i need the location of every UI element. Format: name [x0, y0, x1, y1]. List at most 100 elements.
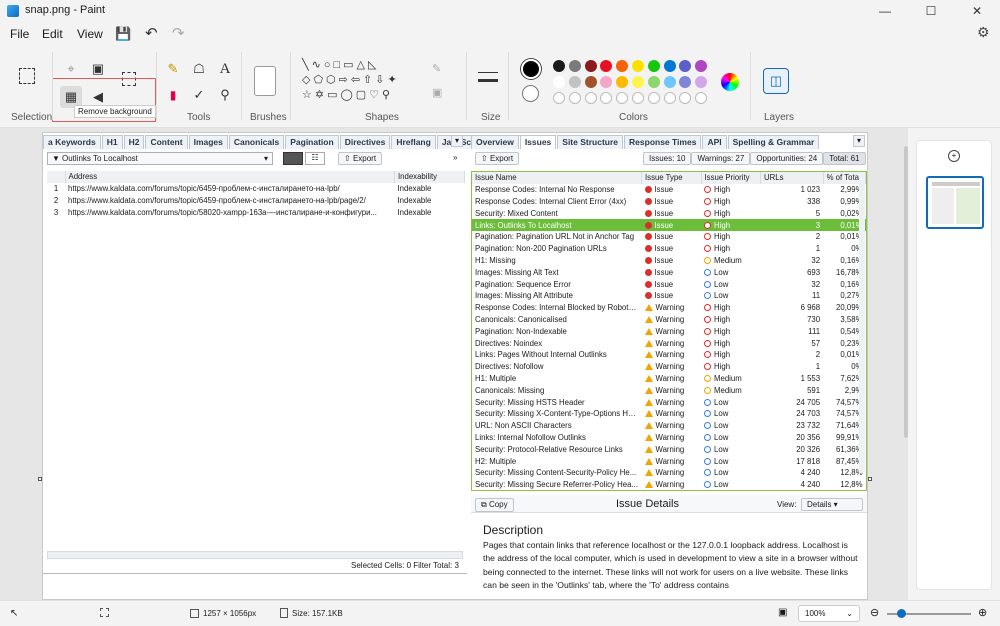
custom-color-slot[interactable] — [616, 92, 629, 104]
color-swatch[interactable] — [616, 76, 629, 88]
column-header[interactable]: Indexability — [394, 171, 465, 183]
text-tool-icon[interactable]: A — [214, 58, 236, 80]
outline-icon[interactable]: ✎ — [432, 62, 441, 75]
color-swatch[interactable] — [600, 76, 613, 88]
total-count[interactable]: Total: 61 — [823, 152, 866, 165]
left-tab[interactable]: H2 — [123, 135, 145, 149]
maximize-button[interactable]: ☐ — [908, 0, 954, 22]
left-tab[interactable]: Content — [145, 135, 188, 149]
redo-icon[interactable]: ↷ — [172, 24, 185, 42]
left-tab[interactable]: a Keywords — [43, 135, 101, 149]
custom-color-slot[interactable] — [663, 92, 676, 104]
color-swatch[interactable] — [695, 60, 708, 72]
color-swatch[interactable] — [679, 60, 692, 72]
color-swatch[interactable] — [553, 76, 565, 88]
right-tab[interactable]: Spelling & Grammar — [727, 135, 820, 149]
menu-file[interactable]: File — [10, 27, 29, 41]
selection-rectangle-icon[interactable] — [19, 68, 35, 84]
color-swatch[interactable] — [695, 76, 708, 88]
warnings-count[interactable]: Warnings: 27 — [691, 152, 751, 165]
color-swatch[interactable] — [632, 60, 644, 72]
custom-color-slot[interactable] — [600, 92, 613, 104]
color-swatch[interactable] — [616, 60, 629, 72]
table-row[interactable]: Directives: Nofollow Warning High 1 0% — [472, 361, 866, 373]
secondary-color[interactable] — [522, 85, 539, 102]
column-header[interactable]: Issue Priority — [701, 172, 762, 184]
custom-color-slot[interactable] — [632, 92, 644, 104]
color-swatch[interactable] — [584, 76, 597, 88]
tabs-dropdown-icon[interactable]: ▾ — [451, 135, 463, 147]
table-row[interactable]: Security: Missing X-Content-Type-Options… — [472, 408, 866, 420]
zoom-out-icon[interactable]: ⊖ — [870, 606, 879, 619]
table-row[interactable]: Links: Pages Without Internal Outlinks W… — [472, 349, 866, 361]
fit-to-window-icon[interactable]: ▣ — [778, 607, 787, 618]
collapse-icon[interactable]: » — [453, 153, 457, 162]
color-swatch[interactable] — [568, 60, 581, 72]
table-row[interactable]: Images: Missing Alt Attribute Issue Low … — [472, 290, 866, 302]
resize-handle-left[interactable] — [38, 477, 42, 481]
shapes-gallery[interactable]: ╲∿○□▭△◺ ◇⬠⬡⇨⇦⇧⇩✦ ☆✡▭◯▢♡⚲ — [302, 58, 422, 103]
table-row[interactable]: Security: Mixed Content Issue High 5 0,0… — [472, 207, 866, 219]
resize-handle-right[interactable] — [868, 477, 872, 481]
table-row[interactable]: Pagination: Non-200 Pagination URLs Issu… — [472, 243, 866, 255]
primary-color[interactable] — [521, 59, 541, 79]
canvas-vertical-scrollbar[interactable] — [904, 146, 908, 438]
left-export-button[interactable]: ⇧ Export — [338, 152, 383, 165]
table-row[interactable]: Security: Missing Secure Referrer-Policy… — [472, 479, 866, 490]
right-tabs-dropdown-icon[interactable]: ▾ — [853, 135, 865, 147]
zoom-select[interactable]: 100% ⌄ — [798, 605, 860, 622]
table-row[interactable]: H1: Missing Issue Medium 32 0,16% — [472, 255, 866, 267]
layer-thumbnail[interactable] — [926, 176, 984, 229]
add-layer-icon[interactable]: + — [948, 150, 960, 162]
vertical-scrollbar[interactable] — [859, 173, 865, 473]
table-row[interactable]: Canonicals: Missing Warning Medium 591 2… — [472, 384, 866, 396]
view-dropdown[interactable]: Details ▾ — [801, 498, 863, 511]
table-row[interactable]: Security: Missing Content-Security-Polic… — [472, 467, 866, 479]
magnifier-icon[interactable]: ⚲ — [214, 84, 236, 106]
right-tab[interactable]: Response Times — [624, 135, 702, 149]
color-swatch[interactable] — [663, 76, 676, 88]
custom-color-slot[interactable] — [695, 92, 708, 104]
list-view-icon[interactable] — [283, 152, 303, 165]
save-icon[interactable]: 💾 — [115, 26, 131, 42]
table-row[interactable]: H1: Multiple Warning Medium 1 553 7,62% — [472, 373, 866, 385]
table-row[interactable]: Response Codes: Internal Client Error (4… — [472, 196, 866, 208]
table-row[interactable]: 3 https://www.kaldata.com/forums/topic/58… — [47, 206, 465, 218]
brush-icon[interactable] — [254, 66, 276, 96]
tree-view-icon[interactable]: ☷ — [305, 152, 325, 165]
color-swatch[interactable] — [647, 60, 660, 72]
column-header[interactable]: Issue Type — [641, 172, 702, 184]
eraser-icon[interactable]: ▮ — [162, 84, 184, 106]
table-row[interactable]: Canonicals: Canonicalised Warning High 7… — [472, 314, 866, 326]
canvas-image[interactable]: a Keywords H1 H2 Content Images Canonicals Pag… — [42, 132, 868, 600]
table-row[interactable]: Links: Internal Nofollow Outlinks Warnin… — [472, 432, 866, 444]
color-swatch[interactable] — [584, 60, 597, 72]
left-tab[interactable]: H1 — [101, 135, 123, 149]
table-row[interactable]: Directives: Noindex Warning High 57 0,23… — [472, 337, 866, 349]
table-row[interactable]: H2: Multiple Warning Low 17 818 87,45% — [472, 455, 866, 467]
table-row[interactable]: Security: Missing HSTS Header Warning Lo… — [472, 396, 866, 408]
left-tab[interactable]: Hreflang — [391, 135, 436, 149]
table-row[interactable]: Pagination: Non-Indexable Warning High 1… — [472, 325, 866, 337]
issues-count[interactable]: Issues: 10 — [643, 152, 692, 165]
color-swatch[interactable] — [553, 60, 565, 72]
table-row[interactable]: Response Codes: Internal No Response Iss… — [472, 184, 866, 196]
custom-color-slot[interactable] — [553, 92, 565, 104]
table-row[interactable]: Pagination: Pagination URL Not in Anchor… — [472, 231, 866, 243]
settings-gear-icon[interactable]: ⚙ — [977, 24, 990, 41]
menu-view[interactable]: View — [77, 27, 103, 41]
table-row[interactable]: URL: Non ASCII Characters Warning Low 23… — [472, 420, 866, 432]
fill-icon[interactable]: ▣ — [432, 86, 442, 99]
table-row[interactable]: Images: Missing Alt Text Issue Low 693 1… — [472, 266, 866, 278]
custom-color-slot[interactable] — [647, 92, 660, 104]
custom-color-slot[interactable] — [584, 92, 597, 104]
color-swatch[interactable] — [600, 60, 613, 72]
zoom-slider-thumb[interactable] — [897, 609, 906, 618]
color-swatch[interactable] — [632, 76, 644, 88]
size-icon[interactable] — [478, 72, 498, 82]
filter-dropdown[interactable]: Outlinks To Localhost ▾ ▼ — [47, 152, 273, 165]
table-row[interactable]: 1 https://www.kaldata.com/forums/topic/64… — [47, 183, 465, 195]
left-tab[interactable]: Directives — [339, 135, 391, 149]
opportunities-count[interactable]: Opportunities: 24 — [750, 152, 824, 165]
layers-icon[interactable]: ◫ — [763, 68, 789, 94]
